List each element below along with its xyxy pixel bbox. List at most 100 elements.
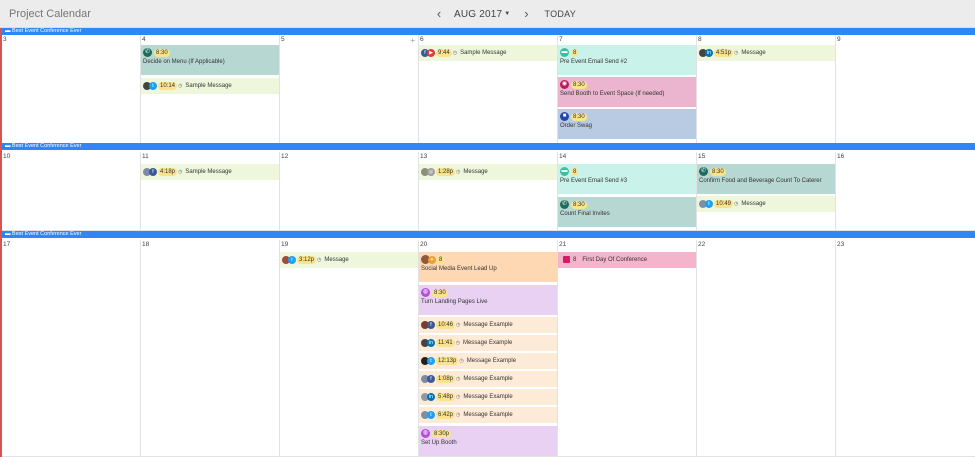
- chat-icon: ▬: [560, 167, 569, 176]
- day-cell[interactable]: 3: [2, 35, 141, 146]
- calendar-event[interactable]: ✆ 8:30 Decide on Menu (If Applicable): [141, 45, 279, 75]
- calendar-event[interactable]: 8 First Day Of Conference: [558, 252, 696, 268]
- calendar-event[interactable]: ✆ 8:30 Count Final Invites: [558, 197, 696, 227]
- calendar-event[interactable]: f 10:46 ◷ Message Example: [419, 317, 557, 333]
- clock-icon: ◷: [456, 321, 461, 328]
- calendar-event[interactable]: ✆ 8:30 Confirm Food and Beverage Count To…: [697, 164, 835, 194]
- clock-icon: ◷: [455, 339, 460, 346]
- day-cell[interactable]: 9: [836, 35, 975, 146]
- day-cell[interactable]: 22: [697, 240, 836, 457]
- day-cell[interactable]: 23: [836, 240, 975, 457]
- event-time: 6:42p: [436, 410, 456, 419]
- day-cell[interactable]: 19 t 3:12p ◷ Message: [280, 240, 419, 457]
- today-button[interactable]: TODAY: [544, 9, 576, 19]
- calendar-event[interactable]: t 10:14 ◷ Sample Message: [141, 78, 279, 94]
- day-cell[interactable]: 5 +: [280, 35, 419, 146]
- clock-icon: ◷: [459, 357, 464, 364]
- day-cell[interactable]: 12: [280, 152, 419, 231]
- calendar-event[interactable]: ▬ 8 Pre Event Email Send #3: [558, 164, 696, 194]
- add-event-icon[interactable]: +: [410, 36, 415, 45]
- day-cell[interactable]: 10: [2, 152, 141, 231]
- calendar-event[interactable]: f 1:08p ◷ Message Example: [419, 371, 557, 387]
- month-label[interactable]: AUG 2017: [454, 9, 502, 20]
- clock-icon: ◷: [456, 411, 461, 418]
- facebook-icon: f: [427, 320, 435, 329]
- day-number: 8: [698, 36, 702, 43]
- clock-icon: ◷: [456, 375, 461, 382]
- calendar-event[interactable]: in 4:51p ◷ Message: [697, 45, 835, 61]
- day-cell[interactable]: 18: [141, 240, 280, 457]
- prev-month-icon[interactable]: ‹: [432, 7, 446, 21]
- calendar-event[interactable]: t 3:12p ◷ Message: [280, 252, 418, 268]
- day-number: 7: [559, 36, 563, 43]
- event-title: Set Up Booth: [421, 440, 457, 446]
- clock-icon: ◷: [178, 168, 183, 175]
- day-cell[interactable]: 7 ▬ 8 Pre Event Email Send #2 ◉ 8:30 Send …: [558, 35, 697, 146]
- calendar-event[interactable]: ◍ 8:30 Turn Landing Pages Live: [419, 285, 557, 315]
- day-number: 4: [142, 36, 146, 43]
- clock-icon: ◷: [456, 393, 461, 400]
- calendar-event[interactable]: t 10:49 ◷ Message: [697, 196, 835, 212]
- calendar-event[interactable]: in 11:41 ◷ Message Example: [419, 335, 557, 351]
- event-title: Confirm Food and Beverage Count To Cater…: [699, 178, 822, 184]
- phone-icon: ✆: [143, 48, 152, 57]
- day-number: 13: [420, 153, 428, 160]
- linkedin-icon: in: [427, 338, 435, 347]
- chevron-down-icon[interactable]: ▼: [504, 11, 510, 17]
- facebook-icon: f: [149, 167, 157, 176]
- next-month-icon[interactable]: ›: [519, 7, 533, 21]
- day-cell[interactable]: 8 in 4:51p ◷ Message: [697, 35, 836, 146]
- calendar-event[interactable]: ◍ 8:30p Set Up Booth: [419, 426, 557, 456]
- calendar-event[interactable]: ▬ 8 Pre Event Email Send #2: [558, 45, 696, 75]
- day-cell[interactable]: 13 ◎ 1:28p ◷ Message: [419, 152, 558, 231]
- event-message: Message: [741, 200, 766, 207]
- day-number: 3: [3, 36, 7, 43]
- week-row: ▬ Best Event Conference Ever 17 18 19 t3…: [2, 231, 975, 457]
- event-time: 8:30: [154, 48, 170, 57]
- day-cell[interactable]: 14 ▬ 8 Pre Event Email Send #3 ✆ 8:30 Coun…: [558, 152, 697, 231]
- day-number: 11: [142, 153, 149, 160]
- clock-icon: ◷: [456, 168, 461, 175]
- day-cell[interactable]: 4 ✆ 8:30 Decide on Menu (If Applicable) t…: [141, 35, 280, 146]
- twitter-icon: t: [427, 356, 435, 365]
- calendar-event[interactable]: t 6:42p ◷ Message Example: [419, 407, 557, 423]
- day-number: 14: [559, 153, 567, 160]
- calendar-event[interactable]: f 4:18p ◷ Sample Message: [141, 164, 279, 180]
- event-time: 8:30: [571, 200, 587, 209]
- day-number: 17: [3, 241, 11, 248]
- event-banner-label: Best Event Conference Ever: [12, 28, 82, 34]
- top-bar: Project Calendar ‹ AUG 2017 ▼ › TODAY: [0, 0, 975, 28]
- day-cell[interactable]: 20 ✦ 8 Social Media Event Lead Up ◍ 8:30 T…: [419, 240, 558, 457]
- day-cell[interactable]: 21 8 First Day Of Conference: [558, 240, 697, 457]
- folder-icon: ▬: [5, 28, 11, 34]
- event-title: Social Media Event Lead Up: [421, 266, 497, 272]
- event-banner[interactable]: ▬ Best Event Conference Ever: [2, 231, 975, 238]
- day-cell[interactable]: 15 ✆ 8:30 Confirm Food and Beverage Count…: [697, 152, 836, 231]
- event-time: 11:41: [436, 338, 455, 347]
- event-time: 8: [571, 167, 579, 176]
- event-message: Message: [324, 256, 349, 263]
- calendar-event[interactable]: ■ 8:30 Order Swag: [558, 109, 696, 139]
- event-message: Message Example: [463, 321, 513, 328]
- day-cell[interactable]: 17: [2, 240, 141, 457]
- calendar-event[interactable]: ✦ 8 Social Media Event Lead Up: [419, 252, 557, 282]
- clock-icon: ◷: [317, 256, 322, 263]
- day-cell[interactable]: 11 f 4:18p ◷ Sample Message: [141, 152, 280, 231]
- calendar-event[interactable]: f ▶ 9:44 ◷ Sample Message: [419, 45, 557, 61]
- event-banner[interactable]: ▬ Best Event Conference Ever: [2, 143, 975, 150]
- calendar-event[interactable]: ◎ 1:28p ◷ Message: [419, 164, 557, 180]
- twitter-icon: t: [705, 199, 713, 208]
- month-selector[interactable]: AUG 2017 ▼: [454, 9, 510, 20]
- day-number: 16: [837, 153, 845, 160]
- event-title: Decide on Menu (If Applicable): [143, 59, 225, 65]
- event-title: Count Final Invites: [560, 211, 610, 217]
- day-cell[interactable]: 16: [836, 152, 975, 231]
- calendar-event[interactable]: t 12:13p ◷ Message Example: [419, 353, 557, 369]
- calendar-event[interactable]: ◉ 8:30 Send Booth to Event Space (If need…: [558, 77, 696, 107]
- web-icon: ◎: [427, 167, 435, 176]
- event-time: 12:13p: [436, 356, 459, 365]
- day-cell[interactable]: 6 f ▶ 9:44 ◷ Sample Message: [419, 35, 558, 146]
- calendar-event[interactable]: in 5:48p ◷ Message Example: [419, 389, 557, 405]
- clock-icon: ◷: [178, 82, 183, 89]
- event-banner[interactable]: ▬ Best Event Conference Ever: [2, 28, 975, 35]
